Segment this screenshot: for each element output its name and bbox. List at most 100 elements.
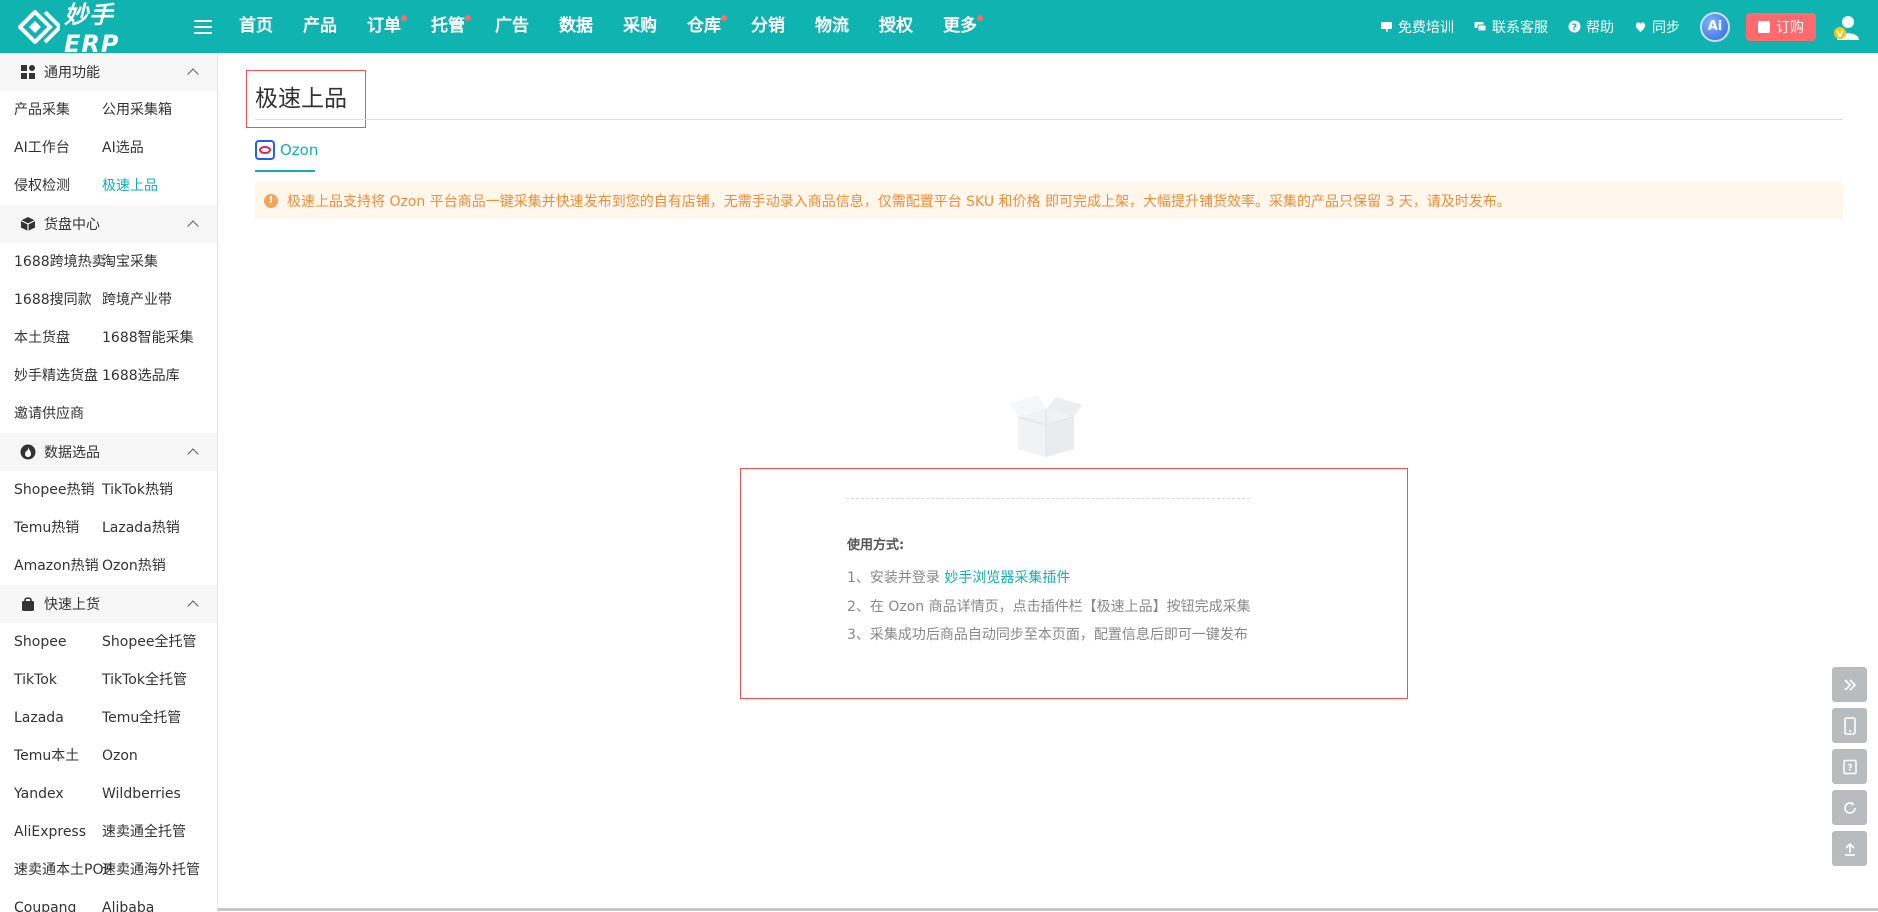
sidebar-item[interactable]: 1688跨境热卖	[0, 243, 106, 281]
empty-box-icon	[1006, 383, 1086, 463]
sidebar-item[interactable]: Temu全托管	[101, 699, 217, 737]
sidebar-item[interactable]: Coupang	[0, 889, 101, 912]
sidebar-item[interactable]: 产品采集	[0, 91, 101, 129]
menu-toggle-icon[interactable]	[194, 19, 212, 34]
sidebar-item[interactable]: TikTok全托管	[101, 661, 217, 699]
mobile-icon[interactable]	[1832, 708, 1867, 743]
sidebar-item[interactable]: Shopee全托管	[101, 623, 217, 661]
top-navbar: 妙手ERP 首页 产品 订单 托管 广告 数据 采购 仓库 分销 物流 授权 更…	[0, 0, 1878, 58]
usage-step-3: 3、采集成功后商品自动同步至本页面，配置信息后即可一键发布	[847, 627, 1248, 643]
svg-text:?: ?	[1572, 23, 1577, 33]
feedback-icon[interactable]: ?	[1832, 749, 1867, 784]
page-title: 极速上品	[255, 86, 347, 112]
sidebar-section-general[interactable]: 通用功能	[0, 53, 217, 91]
sidebar-item[interactable]: 本土货盘	[0, 319, 101, 357]
sidebar-items: 1688跨境热卖 淘宝采集 1688搜同款 跨境产业带 本土货盘 1688智能采…	[0, 243, 217, 433]
sidebar-item[interactable]: AI工作台	[0, 129, 101, 167]
nav-data[interactable]: 数据	[544, 0, 608, 53]
sidebar-item[interactable]: Shopee热销	[0, 471, 101, 509]
bottom-scrollbar	[218, 908, 1878, 911]
sidebar-item[interactable]: 妙手精选货盘	[0, 357, 101, 395]
notification-dot	[401, 15, 407, 21]
free-training-link[interactable]: 免费培训	[1380, 17, 1454, 37]
notification-dot	[977, 15, 983, 21]
ai-assistant-button[interactable]: Ai	[1700, 11, 1730, 42]
sidebar-items: 产品采集 公用采集箱 AI工作台 AI选品 侵权检测 极速上品	[0, 91, 217, 205]
info-notice: ! 极速上品支持将 Ozon 平台商品一键采集并快速发布到您的自有店铺，无需手动…	[255, 182, 1843, 219]
sidebar-item[interactable]: 速卖通本土POP	[0, 851, 112, 889]
tab-ozon[interactable]: Ozon	[255, 140, 318, 160]
sidebar-item[interactable]: Ozon热销	[101, 547, 217, 585]
nav-logistics[interactable]: 物流	[800, 0, 864, 53]
sidebar-item[interactable]: TikTok热销	[101, 471, 217, 509]
nav-home[interactable]: 首页	[224, 0, 288, 53]
sidebar-item[interactable]: 淘宝采集	[101, 243, 217, 281]
sidebar-item[interactable]: Shopee	[0, 623, 101, 661]
nav-products[interactable]: 产品	[288, 0, 352, 53]
plugin-download-link[interactable]: 妙手浏览器采集插件	[944, 570, 1070, 586]
sidebar-item[interactable]: 1688选品库	[101, 357, 217, 395]
fire-icon	[20, 444, 36, 460]
sidebar-section-quick-listing[interactable]: 快速上货	[0, 585, 217, 623]
sidebar-item[interactable]: 1688搜同款	[0, 281, 101, 319]
sync-icon	[1634, 20, 1647, 33]
sidebar-item[interactable]: 速卖通海外托管	[101, 851, 217, 889]
question-icon: ?	[1568, 20, 1581, 33]
sidebar-item[interactable]: 公用采集箱	[101, 91, 217, 129]
sidebar-item[interactable]: Yandex	[0, 775, 101, 813]
chat-icon	[1474, 20, 1487, 33]
nav-orders[interactable]: 订单	[352, 0, 416, 53]
main-nav: 首页 产品 订单 托管 广告 数据 采购 仓库 分销 物流 授权 更多	[224, 0, 992, 53]
presentation-icon	[1380, 20, 1393, 33]
nav-hosting[interactable]: 托管	[416, 0, 480, 53]
logo-icon	[17, 8, 63, 45]
order-button[interactable]: 订购	[1746, 12, 1816, 41]
sidebar-item[interactable]: 邀请供应商	[0, 395, 101, 433]
sidebar-item[interactable]: 1688智能采集	[101, 319, 217, 357]
user-avatar[interactable]: V	[1832, 13, 1860, 41]
cube-icon	[20, 216, 36, 232]
sidebar-item[interactable]: Temu本土	[0, 737, 101, 775]
active-tab-indicator	[255, 170, 315, 172]
sidebar-item[interactable]: Alibaba	[101, 889, 217, 912]
sidebar-item[interactable]: Ozon	[101, 737, 217, 775]
sidebar-item-active[interactable]: 极速上品	[101, 167, 217, 205]
sidebar-item[interactable]: Amazon热销	[0, 547, 101, 585]
sidebar-section-data-selection[interactable]: 数据选品	[0, 433, 217, 471]
nav-ads[interactable]: 广告	[480, 0, 544, 53]
sidebar-item[interactable]: 跨境产业带	[101, 281, 217, 319]
dashed-divider	[846, 498, 1250, 499]
contact-support-link[interactable]: 联系客服	[1474, 17, 1548, 37]
divider	[255, 119, 1843, 120]
sidebar-item[interactable]: Wildberries	[101, 775, 217, 813]
sidebar-section-supply-center[interactable]: 货盘中心	[0, 205, 217, 243]
nav-more[interactable]: 更多	[928, 0, 992, 53]
nav-purchase[interactable]: 采购	[608, 0, 672, 53]
usage-step-1: 1、安装并登录 妙手浏览器采集插件	[847, 570, 1071, 586]
back-to-top-icon[interactable]	[1832, 831, 1867, 866]
nav-authorization[interactable]: 授权	[864, 0, 928, 53]
sidebar-item[interactable]: Lazada	[0, 699, 101, 737]
sidebar-item[interactable]: Lazada热销	[101, 509, 217, 547]
nav-warehouse[interactable]: 仓库	[672, 0, 736, 53]
sidebar-item[interactable]: Temu热销	[0, 509, 101, 547]
notification-dot	[721, 15, 727, 21]
svg-text:V: V	[1837, 30, 1844, 40]
sidebar-item[interactable]: 侵权检测	[0, 167, 101, 205]
logo[interactable]: 妙手ERP	[17, 0, 168, 58]
logo-text: 妙手ERP	[64, 1, 120, 58]
sidebar-items: Shopee热销 TikTok热销 Temu热销 Lazada热销 Amazon…	[0, 471, 217, 585]
help-link[interactable]: ? 帮助	[1568, 17, 1614, 37]
refresh-icon[interactable]	[1832, 790, 1867, 825]
usage-title: 使用方式:	[847, 538, 905, 553]
grid-icon	[20, 64, 36, 80]
sidebar-item[interactable]: 速卖通全托管	[101, 813, 217, 851]
chevron-up-icon	[187, 448, 199, 460]
sidebar-item[interactable]: AI选品	[101, 129, 217, 167]
double-chevron-right-icon[interactable]	[1832, 667, 1867, 702]
nav-distribution[interactable]: 分销	[736, 0, 800, 53]
sync-link[interactable]: 同步	[1634, 17, 1680, 37]
sidebar-item[interactable]: AliExpress	[0, 813, 101, 851]
sidebar-item[interactable]: TikTok	[0, 661, 101, 699]
sidebar: 通用功能 产品采集 公用采集箱 AI工作台 AI选品 侵权检测 极速上品 货盘中…	[0, 53, 218, 912]
